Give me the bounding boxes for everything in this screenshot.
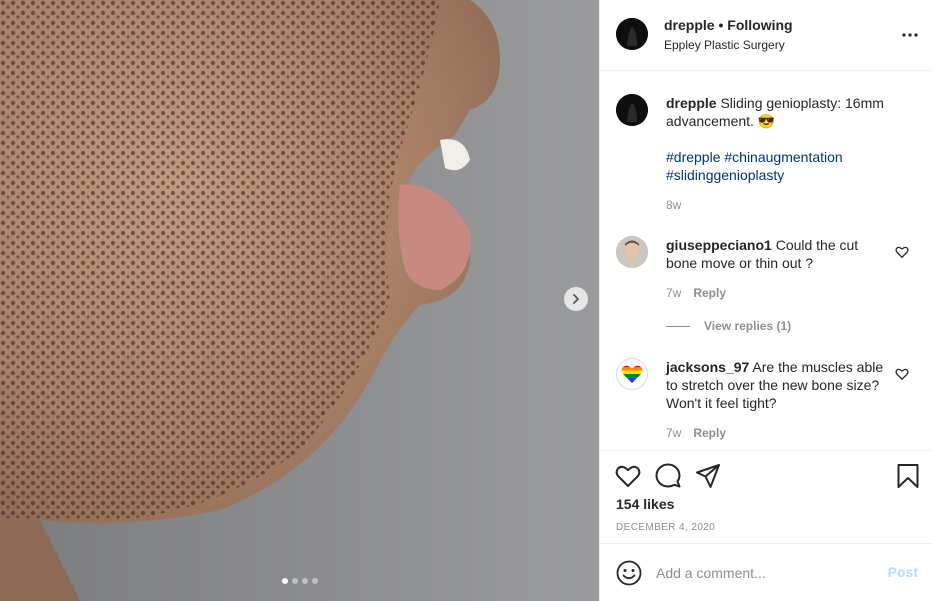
post-side-panel: drepple • Following Eppley Plastic Surge…: [599, 0, 932, 601]
rainbow-heart-icon: [621, 365, 643, 384]
post-media: [0, 0, 599, 601]
post-modal: drepple • Following Eppley Plastic Surge…: [0, 0, 932, 601]
bookmark-icon[interactable]: [895, 463, 921, 489]
caption-hashtags[interactable]: #drepple #chinaugmentation #slidinggenio…: [666, 148, 916, 184]
add-comment-bar: Post: [600, 543, 932, 601]
post-comment-button[interactable]: Post: [888, 564, 918, 580]
comment-time[interactable]: 7w: [666, 286, 681, 300]
carousel-dot: [282, 578, 288, 584]
author-username[interactable]: drepple: [664, 17, 715, 33]
caption-username[interactable]: drepple: [666, 95, 717, 111]
post-header: drepple • Following Eppley Plastic Surge…: [600, 0, 932, 71]
carousel-dot: [312, 578, 318, 584]
likes-count[interactable]: 154 likes: [616, 496, 674, 512]
comment-text: jacksons_97 Are the muscles able to stre…: [666, 358, 886, 412]
post-location[interactable]: Eppley Plastic Surgery: [664, 38, 785, 52]
commenter-avatar[interactable]: [616, 358, 648, 390]
more-options-button[interactable]: [901, 26, 919, 44]
comment-meta: 7w Reply: [666, 286, 726, 300]
dot-separator: •: [718, 17, 724, 33]
post-actions: 154 likes DECEMBER 4, 2020: [600, 450, 932, 543]
heart-icon[interactable]: [615, 463, 641, 489]
reply-button[interactable]: Reply: [693, 286, 726, 300]
commenter-avatar[interactable]: [616, 236, 648, 268]
view-replies-button[interactable]: View replies (1): [666, 319, 791, 333]
comment-input[interactable]: [656, 561, 876, 585]
comment-text: giuseppeciano1 Could the cut bone move o…: [666, 236, 886, 272]
heart-icon[interactable]: [895, 245, 909, 259]
comments-list[interactable]: drepple Sliding genioplasty: 16mm advanc…: [600, 71, 932, 450]
chevron-right-icon: [573, 294, 579, 304]
header-user-line: drepple • Following: [664, 17, 793, 33]
caption-text: drepple Sliding genioplasty: 16mm advanc…: [666, 94, 916, 130]
emoji-icon[interactable]: [616, 560, 642, 586]
carousel-dot: [302, 578, 308, 584]
view-replies-label: View replies (1): [704, 319, 792, 333]
comment-meta: 7w Reply: [666, 426, 726, 440]
post-photo: [0, 0, 599, 601]
caption-time[interactable]: 8w: [666, 198, 681, 212]
comment-username[interactable]: giuseppeciano1: [666, 237, 772, 253]
next-image-button[interactable]: [564, 287, 588, 311]
author-avatar[interactable]: [616, 18, 648, 50]
following-button[interactable]: Following: [727, 17, 792, 33]
heart-icon[interactable]: [895, 367, 909, 381]
more-icon: [902, 33, 918, 37]
post-date[interactable]: DECEMBER 4, 2020: [616, 522, 715, 533]
comment-icon[interactable]: [655, 463, 681, 489]
share-icon[interactable]: [695, 463, 721, 489]
caption-avatar[interactable]: [616, 94, 648, 126]
carousel-dot: [292, 578, 298, 584]
view-replies-line: [666, 325, 690, 327]
reply-button[interactable]: Reply: [693, 426, 726, 440]
comment-time[interactable]: 7w: [666, 426, 681, 440]
comment-username[interactable]: jacksons_97: [666, 359, 749, 375]
carousel-indicator: [282, 578, 318, 584]
